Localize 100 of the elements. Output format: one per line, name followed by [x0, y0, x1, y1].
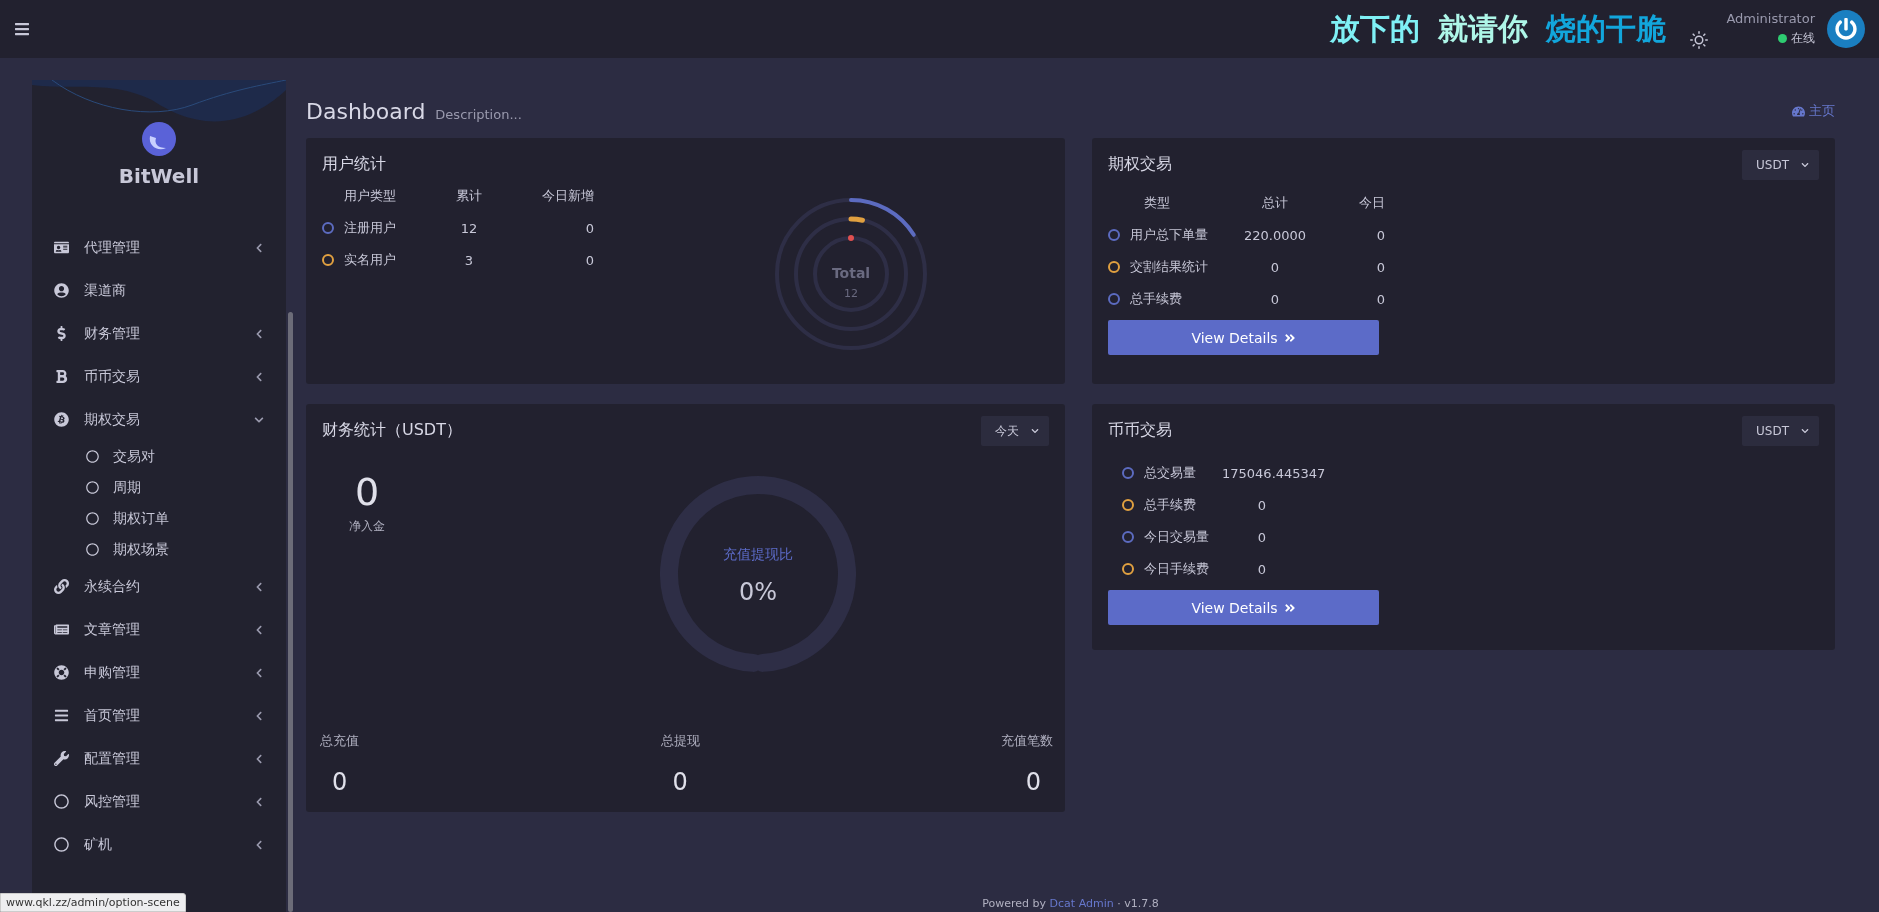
lyrics-text: 放下的 [1330, 9, 1421, 48]
card-title: 币币交易 [1108, 420, 1172, 441]
sidebar-item[interactable]: 财务管理 [32, 312, 286, 355]
table-cell-text: 0 [1256, 529, 1268, 545]
view-details-button[interactable]: View Details [1108, 320, 1379, 355]
brand-name: BitWell [118, 164, 200, 188]
submenu-item[interactable]: 期权场景 [32, 534, 286, 565]
table-cell-text: 实名用户 [344, 251, 397, 269]
ratio-value: 0% [738, 578, 778, 606]
sun-icon[interactable] [1690, 31, 1709, 49]
sidebar-item[interactable]: 代理管理 [32, 226, 286, 269]
gauge-icon [1792, 104, 1805, 118]
view-details-button[interactable]: View Details [1108, 590, 1379, 625]
table-cell-text: 12 [459, 220, 479, 236]
lyrics-text: 就请你 [1438, 9, 1529, 48]
logo-icon [142, 122, 176, 156]
chevron-left-icon [254, 624, 264, 635]
sidebar-item[interactable]: 矿机 [32, 823, 286, 866]
chevron-left-icon [254, 839, 264, 850]
column-header: 今日新增 [541, 187, 594, 205]
table-cell-text: 0 [1375, 259, 1385, 275]
table-cell-text: 今日交易量 [1144, 528, 1210, 546]
online-status: 在线 [1778, 30, 1815, 47]
table-cell-text: 0 [1256, 561, 1268, 577]
table-cell-text: 0 [1269, 291, 1281, 307]
scrollbar[interactable] [288, 312, 293, 912]
chevron-left-icon [254, 667, 264, 678]
submenu-item[interactable]: 期权订单 [32, 503, 286, 534]
chevron-down-icon [1031, 427, 1039, 435]
menu-item-icon [52, 665, 70, 680]
column-header: 今日 [1358, 194, 1385, 212]
menu-item-icon [52, 794, 70, 809]
total-label: 总充值 [320, 732, 359, 750]
sidebar-item[interactable]: 期权交易 [32, 398, 286, 441]
chevron-left-icon [254, 710, 264, 721]
chevron-left-icon [254, 581, 264, 592]
submenu-item[interactable]: 交易对 [32, 441, 286, 472]
page-description: Description... [435, 106, 522, 122]
sidebar-item[interactable]: 首页管理 [32, 694, 286, 737]
submenu-item[interactable]: 周期 [32, 472, 286, 503]
ratio-label: 充值提现比 [723, 546, 793, 564]
table-cell-text: 今日手续费 [1144, 560, 1210, 578]
sidebar-item[interactable]: 永续合约 [32, 565, 286, 608]
table-cell-text: 0 [1256, 497, 1268, 513]
double-chevron-icon [1283, 601, 1296, 614]
column-header: 累计 [455, 187, 483, 205]
total-value: 0 [671, 768, 689, 796]
currency-select[interactable]: USDT [1742, 150, 1819, 180]
power-icon[interactable] [1827, 10, 1865, 48]
chevron-left-icon [254, 796, 264, 807]
status-url: www.qkl.zz/admin/option-scene [0, 893, 186, 912]
period-select[interactable]: 今天 [981, 416, 1049, 446]
menu-item-icon [52, 708, 70, 723]
table-cell-text: 0 [1375, 227, 1385, 243]
table-cell-text: 220.0000 [1243, 227, 1307, 243]
table-cell-text: 175046.445347 [1222, 465, 1327, 481]
menu-item-icon [52, 579, 70, 594]
menu-item-icon [52, 412, 70, 427]
page-title: Dashboard [306, 98, 426, 124]
card-title: 期权交易 [1108, 154, 1172, 175]
table-cell-text: 0 [584, 252, 594, 268]
chevron-left-icon [254, 371, 264, 382]
total-label: 充值笔数 [1001, 732, 1053, 750]
net-value: 0 [354, 470, 380, 514]
double-chevron-icon [1283, 331, 1296, 344]
table-cell-text: 用户总下单量 [1130, 226, 1209, 244]
table-cell-text: 交割结果统计 [1130, 258, 1209, 276]
ring-value: 12 [844, 287, 858, 300]
ring-label: Total [831, 265, 871, 281]
total-label: 总提现 [660, 732, 700, 750]
table-cell-text: 总交易量 [1144, 464, 1197, 482]
sidebar-item[interactable]: 渠道商 [32, 269, 286, 312]
sidebar-item[interactable]: 文章管理 [32, 608, 286, 651]
sidebar-item[interactable]: 配置管理 [32, 737, 286, 780]
chevron-left-icon [254, 328, 264, 339]
chevron-down-icon [1801, 427, 1809, 435]
currency-select[interactable]: USDT [1742, 416, 1819, 446]
sidebar-item[interactable]: 风控管理 [32, 780, 286, 823]
menu-item-icon [52, 751, 70, 766]
table-cell-text: 0 [1375, 291, 1385, 307]
footer-text: Powered by Dcat Admin · v1.7.8 [981, 897, 1160, 912]
table-cell-text: 总手续费 [1144, 496, 1197, 514]
chevron-down-icon [254, 414, 264, 425]
card-title: 用户统计 [322, 154, 387, 175]
sidebar-item[interactable]: 币币交易 [32, 355, 286, 398]
total-value: 0 [331, 768, 349, 796]
menu-icon[interactable] [14, 21, 30, 37]
total-value: 0 [1024, 768, 1042, 796]
net-label: 净入金 [349, 518, 385, 535]
lyrics-text: 烧的干脆 [1546, 9, 1667, 48]
table-cell-text: 0 [1269, 259, 1281, 275]
card-title: 财务统计（USDT） [322, 420, 462, 441]
table-cell-text: 0 [584, 220, 594, 236]
table-cell-text: 总手续费 [1130, 290, 1183, 308]
column-header: 用户类型 [344, 187, 397, 205]
sidebar-item[interactable]: 申购管理 [32, 651, 286, 694]
table-cell-text: 3 [463, 252, 475, 268]
chevron-left-icon [254, 242, 264, 253]
chevron-left-icon [254, 753, 264, 764]
table-cell-text: 注册用户 [344, 219, 397, 237]
